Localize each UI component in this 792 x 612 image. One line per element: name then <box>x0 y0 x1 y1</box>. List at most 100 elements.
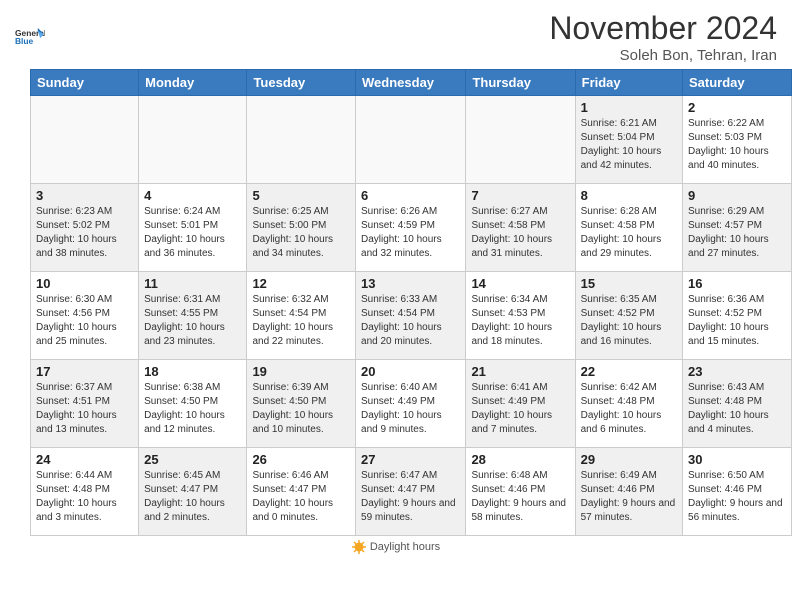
day-info: Sunrise: 6:47 AM Sunset: 4:47 PM Dayligh… <box>361 469 460 525</box>
week-row-1: 3 Sunrise: 6:23 AM Sunset: 5:02 PM Daylig… <box>31 184 792 272</box>
day-number: 16 <box>688 276 786 291</box>
day-number: 23 <box>688 364 786 379</box>
day-info: Sunrise: 6:43 AM Sunset: 4:48 PM Dayligh… <box>688 381 786 437</box>
day-info: Sunrise: 6:33 AM Sunset: 4:54 PM Dayligh… <box>361 293 460 349</box>
day-number: 29 <box>581 452 677 467</box>
day-info: Sunrise: 6:39 AM Sunset: 4:50 PM Dayligh… <box>252 381 350 437</box>
calendar-cell: 26 Sunrise: 6:46 AM Sunset: 4:47 PM Dayli… <box>247 448 356 536</box>
day-info: Sunrise: 6:48 AM Sunset: 4:46 PM Dayligh… <box>471 469 569 525</box>
calendar-table: SundayMondayTuesdayWednesdayThursdayFrid… <box>30 69 792 536</box>
calendar-cell: 25 Sunrise: 6:45 AM Sunset: 4:47 PM Dayli… <box>139 448 247 536</box>
day-number: 26 <box>252 452 350 467</box>
calendar-cell: 23 Sunrise: 6:43 AM Sunset: 4:48 PM Dayli… <box>683 360 792 448</box>
calendar-cell: 15Sunrise: 6:35 AM Sunset: 4:52 PM Dayli… <box>575 272 682 360</box>
week-row-0: 1 Sunrise: 6:21 AM Sunset: 5:04 PM Daylig… <box>31 96 792 184</box>
day-number: 24 <box>36 452 133 467</box>
calendar-cell: 12Sunrise: 6:32 AM Sunset: 4:54 PM Dayli… <box>247 272 356 360</box>
day-info: Sunrise: 6:50 AM Sunset: 4:46 PM Dayligh… <box>688 469 786 525</box>
legend: Daylight hours <box>0 536 792 558</box>
month-title: November 2024 <box>549 10 777 47</box>
day-number: 4 <box>144 188 241 203</box>
calendar-cell: 27Sunrise: 6:47 AM Sunset: 4:47 PM Dayli… <box>356 448 466 536</box>
day-info: Sunrise: 6:45 AM Sunset: 4:47 PM Dayligh… <box>144 469 241 525</box>
day-number: 2 <box>688 100 786 115</box>
calendar-cell: 24 Sunrise: 6:44 AM Sunset: 4:48 PM Dayli… <box>31 448 139 536</box>
sun-icon <box>352 540 366 554</box>
day-number: 9 <box>688 188 786 203</box>
day-info: Sunrise: 6:24 AM Sunset: 5:01 PM Dayligh… <box>144 205 241 261</box>
day-info: Sunrise: 6:27 AM Sunset: 4:58 PM Dayligh… <box>471 205 569 261</box>
calendar-cell: 8 Sunrise: 6:28 AM Sunset: 4:58 PM Daylig… <box>575 184 682 272</box>
calendar-cell: 28 Sunrise: 6:48 AM Sunset: 4:46 PM Dayli… <box>466 448 575 536</box>
day-number: 12 <box>252 276 350 291</box>
day-number: 6 <box>361 188 460 203</box>
day-number: 15 <box>581 276 677 291</box>
calendar-cell: 18 Sunrise: 6:38 AM Sunset: 4:50 PM Dayli… <box>139 360 247 448</box>
day-number: 5 <box>252 188 350 203</box>
day-number: 28 <box>471 452 569 467</box>
day-info: Sunrise: 6:21 AM Sunset: 5:04 PM Dayligh… <box>581 117 677 173</box>
legend-item-daylight: Daylight hours <box>352 540 440 554</box>
day-number: 7 <box>471 188 569 203</box>
calendar-cell: 20Sunrise: 6:40 AM Sunset: 4:49 PM Dayli… <box>356 360 466 448</box>
page-header: General Blue November 2024 Soleh Bon, Te… <box>0 0 792 69</box>
calendar-cell: 1 Sunrise: 6:21 AM Sunset: 5:04 PM Daylig… <box>575 96 682 184</box>
column-header-saturday: Saturday <box>683 70 792 96</box>
calendar-container: SundayMondayTuesdayWednesdayThursdayFrid… <box>0 69 792 536</box>
calendar-cell: 29Sunrise: 6:49 AM Sunset: 4:46 PM Dayli… <box>575 448 682 536</box>
calendar-cell: 17Sunrise: 6:37 AM Sunset: 4:51 PM Dayli… <box>31 360 139 448</box>
column-header-wednesday: Wednesday <box>356 70 466 96</box>
calendar-cell: 21Sunrise: 6:41 AM Sunset: 4:49 PM Dayli… <box>466 360 575 448</box>
calendar-cell: 19Sunrise: 6:39 AM Sunset: 4:50 PM Dayli… <box>247 360 356 448</box>
calendar-cell: 5Sunrise: 6:25 AM Sunset: 5:00 PM Daylig… <box>247 184 356 272</box>
calendar-cell: 2 Sunrise: 6:22 AM Sunset: 5:03 PM Daylig… <box>683 96 792 184</box>
day-info: Sunrise: 6:44 AM Sunset: 4:48 PM Dayligh… <box>36 469 133 525</box>
day-info: Sunrise: 6:23 AM Sunset: 5:02 PM Dayligh… <box>36 205 133 261</box>
day-info: Sunrise: 6:26 AM Sunset: 4:59 PM Dayligh… <box>361 205 460 261</box>
day-number: 18 <box>144 364 241 379</box>
column-header-thursday: Thursday <box>466 70 575 96</box>
calendar-cell: 22Sunrise: 6:42 AM Sunset: 4:48 PM Dayli… <box>575 360 682 448</box>
day-number: 11 <box>144 276 241 291</box>
day-number: 25 <box>144 452 241 467</box>
calendar-cell <box>356 96 466 184</box>
day-info: Sunrise: 6:36 AM Sunset: 4:52 PM Dayligh… <box>688 293 786 349</box>
day-number: 14 <box>471 276 569 291</box>
column-header-sunday: Sunday <box>31 70 139 96</box>
day-info: Sunrise: 6:22 AM Sunset: 5:03 PM Dayligh… <box>688 117 786 173</box>
day-number: 8 <box>581 188 677 203</box>
calendar-cell: 10Sunrise: 6:30 AM Sunset: 4:56 PM Dayli… <box>31 272 139 360</box>
day-info: Sunrise: 6:42 AM Sunset: 4:48 PM Dayligh… <box>581 381 677 437</box>
calendar-cell <box>31 96 139 184</box>
calendar-cell <box>466 96 575 184</box>
calendar-cell: 9Sunrise: 6:29 AM Sunset: 4:57 PM Daylig… <box>683 184 792 272</box>
day-info: Sunrise: 6:38 AM Sunset: 4:50 PM Dayligh… <box>144 381 241 437</box>
daylight-hours-label: Daylight hours <box>370 541 440 553</box>
day-info: Sunrise: 6:37 AM Sunset: 4:51 PM Dayligh… <box>36 381 133 437</box>
calendar-cell: 30 Sunrise: 6:50 AM Sunset: 4:46 PM Dayli… <box>683 448 792 536</box>
calendar-cell: 7 Sunrise: 6:27 AM Sunset: 4:58 PM Daylig… <box>466 184 575 272</box>
calendar-cell <box>247 96 356 184</box>
calendar-cell: 11 Sunrise: 6:31 AM Sunset: 4:55 PM Dayli… <box>139 272 247 360</box>
calendar-cell: 13 Sunrise: 6:33 AM Sunset: 4:54 PM Dayli… <box>356 272 466 360</box>
logo: General Blue <box>15 22 45 52</box>
day-info: Sunrise: 6:34 AM Sunset: 4:53 PM Dayligh… <box>471 293 569 349</box>
day-info: Sunrise: 6:31 AM Sunset: 4:55 PM Dayligh… <box>144 293 241 349</box>
logo-icon: General Blue <box>15 22 45 52</box>
day-info: Sunrise: 6:28 AM Sunset: 4:58 PM Dayligh… <box>581 205 677 261</box>
day-number: 13 <box>361 276 460 291</box>
day-info: Sunrise: 6:40 AM Sunset: 4:49 PM Dayligh… <box>361 381 460 437</box>
week-row-3: 17Sunrise: 6:37 AM Sunset: 4:51 PM Dayli… <box>31 360 792 448</box>
day-number: 30 <box>688 452 786 467</box>
calendar-cell: 3 Sunrise: 6:23 AM Sunset: 5:02 PM Daylig… <box>31 184 139 272</box>
column-header-monday: Monday <box>139 70 247 96</box>
day-info: Sunrise: 6:41 AM Sunset: 4:49 PM Dayligh… <box>471 381 569 437</box>
calendar-cell: 16 Sunrise: 6:36 AM Sunset: 4:52 PM Dayli… <box>683 272 792 360</box>
calendar-header-row: SundayMondayTuesdayWednesdayThursdayFrid… <box>31 70 792 96</box>
day-number: 1 <box>581 100 677 115</box>
day-info: Sunrise: 6:46 AM Sunset: 4:47 PM Dayligh… <box>252 469 350 525</box>
day-number: 3 <box>36 188 133 203</box>
calendar-cell: 14 Sunrise: 6:34 AM Sunset: 4:53 PM Dayli… <box>466 272 575 360</box>
location-subtitle: Soleh Bon, Tehran, Iran <box>549 47 777 64</box>
day-info: Sunrise: 6:30 AM Sunset: 4:56 PM Dayligh… <box>36 293 133 349</box>
